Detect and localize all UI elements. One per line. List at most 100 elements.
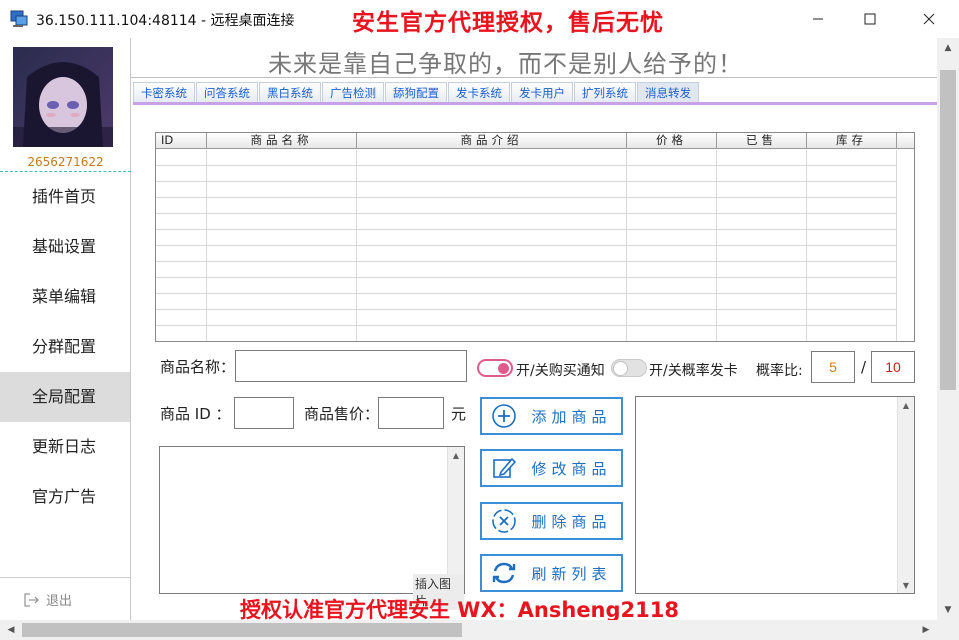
scroll-up-icon[interactable]: ▲: [940, 40, 956, 56]
tab-card-key-system[interactable]: 卡密系统: [133, 82, 195, 102]
ratio-numerator-input[interactable]: [811, 351, 855, 383]
table-row[interactable]: [156, 230, 914, 246]
sidebar-item-menu-edit[interactable]: 菜单编辑: [0, 272, 130, 322]
product-id-input[interactable]: [234, 397, 294, 429]
table-cell: [627, 278, 717, 294]
sidebar-item-update-log[interactable]: 更新日志: [0, 422, 130, 472]
table-cell: [627, 198, 717, 214]
tab-simp-config[interactable]: 舔狗配置: [385, 82, 447, 102]
table-cell: [207, 198, 357, 214]
scroll-right-icon[interactable]: ▶: [918, 622, 934, 638]
table-cell: [207, 262, 357, 278]
close-button[interactable]: [901, 0, 957, 38]
horizontal-scroll-thumb[interactable]: [22, 623, 462, 637]
sidebar-item-group-config[interactable]: 分群配置: [0, 322, 130, 372]
exit-button[interactable]: 退出: [24, 590, 72, 609]
table-row[interactable]: [156, 310, 914, 326]
product-name-input[interactable]: [235, 350, 467, 382]
add-product-button[interactable]: 添加商品: [480, 397, 623, 435]
column-header-sold[interactable]: 已售: [717, 133, 807, 149]
scroll-down-icon[interactable]: ▼: [898, 577, 914, 593]
maximize-icon: [864, 13, 876, 25]
table-row[interactable]: [156, 246, 914, 262]
column-header-price[interactable]: 价格: [627, 133, 717, 149]
product-price-input[interactable]: [378, 397, 444, 429]
table-row[interactable]: [156, 166, 914, 182]
tab-qa-system[interactable]: 问答系统: [196, 82, 258, 102]
table-cell: [357, 310, 627, 326]
product-description-textarea[interactable]: ▲ 插入图片: [159, 446, 465, 610]
exit-label: 退出: [46, 594, 73, 609]
tab-friend-expansion[interactable]: 扩列系统: [574, 82, 636, 102]
tab-blackwhite-system[interactable]: 黑白系统: [259, 82, 321, 102]
minimize-button[interactable]: [790, 0, 846, 38]
edit-product-label: 修改商品: [531, 459, 612, 478]
sidebar-item-basic-settings[interactable]: 基础设置: [0, 222, 130, 272]
table-row[interactable]: [156, 326, 914, 341]
table-cell: [717, 262, 807, 278]
sidebar-item-global-config[interactable]: 全局配置: [0, 372, 130, 422]
tab-ad-detection[interactable]: 广告检测: [322, 82, 384, 102]
column-header-name[interactable]: 商品名称: [207, 133, 357, 149]
edit-product-button[interactable]: 修改商品: [480, 449, 623, 487]
table-cell: [207, 214, 357, 230]
table-header: ID 商品名称 商品介绍 价格 已售 库存: [156, 133, 914, 149]
table-cell: [897, 294, 914, 310]
column-header-id[interactable]: ID: [156, 133, 207, 149]
table-cell: [717, 214, 807, 230]
table-cell: [627, 310, 717, 326]
log-textarea[interactable]: ▲ ▼: [635, 396, 915, 594]
purchase-notify-label: 开/关购买通知: [516, 363, 605, 379]
sidebar-item-official-ads[interactable]: 官方广告: [0, 472, 130, 522]
table-cell: [627, 246, 717, 262]
delete-product-label: 删除商品: [531, 512, 612, 531]
log-scrollbar[interactable]: ▲ ▼: [897, 397, 914, 593]
table-cell: [807, 326, 897, 341]
tab-message-forwarding[interactable]: 消息转发: [637, 82, 699, 102]
table-row[interactable]: [156, 278, 914, 294]
probability-card-toggle[interactable]: [611, 359, 647, 377]
sidebar-item-plugin-home[interactable]: 插件首页: [0, 172, 130, 222]
vertical-scroll-thumb[interactable]: [940, 70, 956, 390]
product-name-label: 商品名称：: [160, 358, 236, 376]
tab-card-issuing-system[interactable]: 发卡系统: [448, 82, 510, 102]
purchase-notify-toggle[interactable]: [477, 359, 513, 377]
add-circle-icon: [486, 403, 522, 429]
table-cell: [717, 182, 807, 198]
table-cell: [357, 182, 627, 198]
table-cell: [207, 230, 357, 246]
table-cell: [717, 278, 807, 294]
column-header-stock[interactable]: 库存: [807, 133, 897, 149]
table-cell: [807, 198, 897, 214]
tab-card-issuing-users[interactable]: 发卡用户: [511, 82, 573, 102]
scroll-up-icon[interactable]: ▲: [898, 397, 914, 413]
window-horizontal-scrollbar[interactable]: ◀ ▶: [0, 620, 937, 640]
delete-product-button[interactable]: 删除商品: [480, 502, 623, 540]
table-cell: [717, 230, 807, 246]
ratio-denominator-input[interactable]: [871, 351, 915, 383]
tab-underline: [133, 102, 937, 105]
table-row[interactable]: [156, 262, 914, 278]
table-cell: [207, 278, 357, 294]
column-header-description[interactable]: 商品介绍: [357, 133, 627, 149]
window-vertical-scrollbar[interactable]: ▲ ▼: [937, 38, 959, 620]
table-cell: [897, 278, 914, 294]
table-cell: [897, 310, 914, 326]
scroll-up-icon[interactable]: ▲: [448, 447, 464, 463]
scroll-left-icon[interactable]: ◀: [3, 622, 19, 638]
table-row[interactable]: [156, 150, 914, 166]
scroll-down-icon[interactable]: ▼: [940, 602, 956, 618]
refresh-list-button[interactable]: 刷新列表: [480, 554, 623, 592]
table-row[interactable]: [156, 214, 914, 230]
product-table[interactable]: ID 商品名称 商品介绍 价格 已售 库存: [155, 132, 915, 342]
table-cell: [897, 214, 914, 230]
table-row[interactable]: [156, 294, 914, 310]
table-cell: [897, 326, 914, 341]
maximize-button[interactable]: [842, 0, 898, 38]
table-row[interactable]: [156, 198, 914, 214]
table-row[interactable]: [156, 182, 914, 198]
table-cell: [807, 166, 897, 182]
description-scrollbar[interactable]: ▲: [447, 447, 464, 593]
table-cell: [627, 230, 717, 246]
table-cell: [627, 214, 717, 230]
